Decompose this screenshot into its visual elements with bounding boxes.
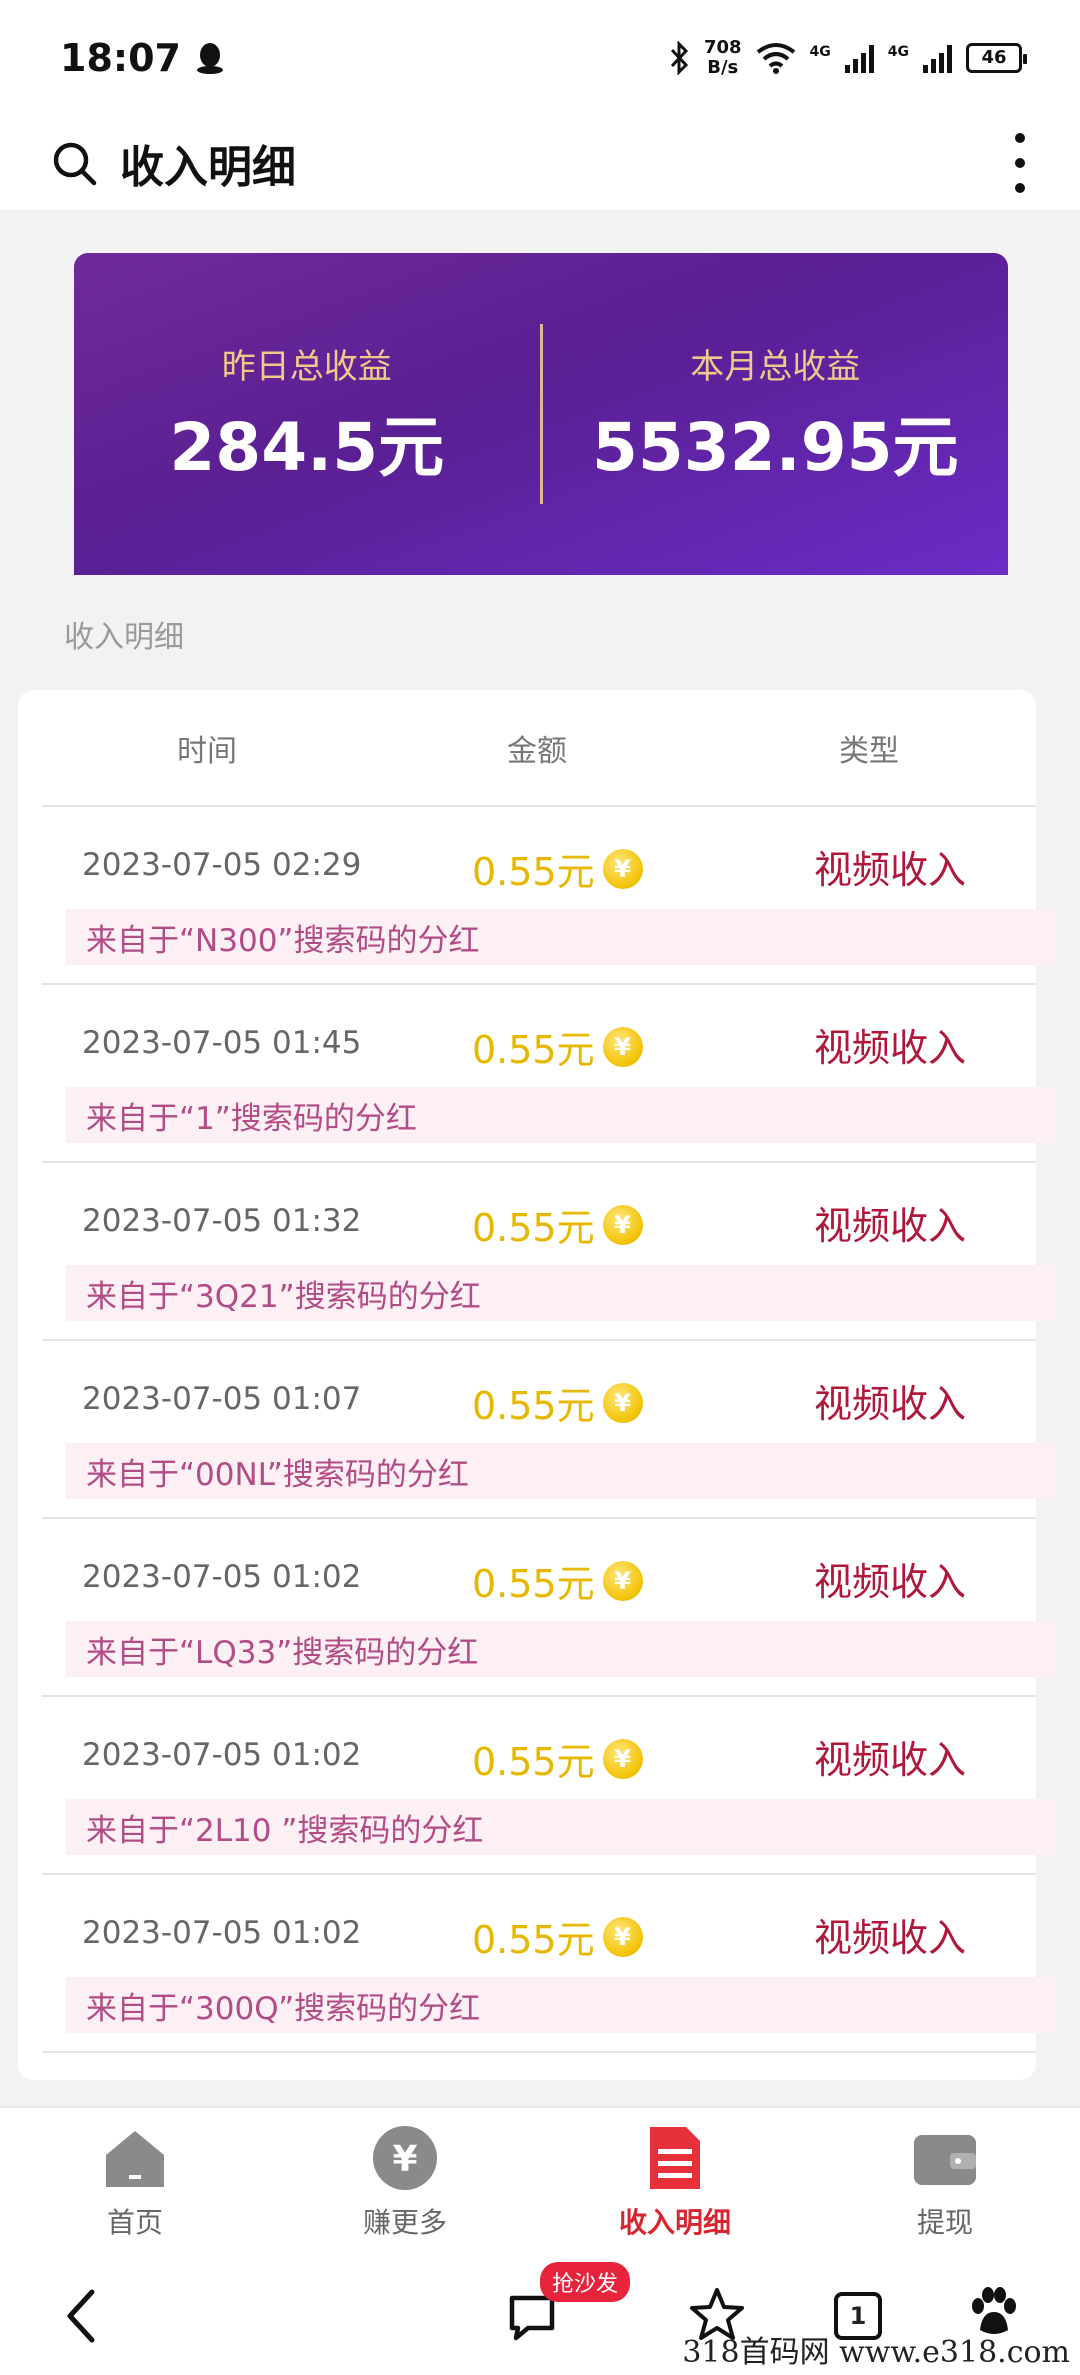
document-list-icon (650, 2127, 700, 2189)
nav-label-withdraw: 提现 (916, 2206, 973, 2239)
table-row[interactable]: 2023-07-05 02:29 0.55元 ¥ 视频收入 来自于“N300”搜索… (42, 807, 1056, 985)
signal-strength-icon-1 (844, 43, 874, 73)
row-source: 来自于“1”搜索码的分红 (66, 1087, 1056, 1143)
row-amount: 0.55元 ¥ (472, 1909, 643, 1964)
status-bar: 18:07 708 B/s 4G 4G 46 (0, 0, 1080, 115)
yen-coin-icon: ¥ (602, 1560, 643, 1601)
nav-label-earn-more: 赚更多 (362, 2206, 447, 2239)
row-type: 视频收入 (814, 1738, 967, 1782)
table-row[interactable]: 2023-07-05 01:02 0.55元 ¥ 视频收入 来自于“2L10 ”搜… (42, 1697, 1056, 1875)
table-row[interactable]: 2023-07-05 01:02 0.55元 ¥ 视频收入 来自于“LQ33”搜索… (42, 1519, 1056, 1697)
row-type: 视频收入 (814, 1382, 967, 1426)
row-amount: 0.55元 ¥ (472, 1553, 643, 1608)
watermark: 318首码网 www.e318.com (682, 2335, 1070, 2370)
row-time: 2023-07-05 01:02 (82, 1737, 362, 1773)
signal-strength-icon-2 (923, 43, 952, 73)
row-amount: 0.55元 ¥ (472, 1197, 643, 1252)
svg-text:¥: ¥ (392, 2139, 417, 2180)
table-row[interactable]: 2023-07-05 01:45 0.55元 ¥ 视频收入 来自于“1”搜索码的分… (42, 985, 1056, 1163)
section-label: 收入明细 (64, 620, 184, 655)
table-row[interactable]: 2023-07-05 01:02 0.55元 ¥ 视频收入 来自于“300Q”搜索… (42, 1875, 1056, 2053)
table-row[interactable]: 2023-07-05 01:32 0.55元 ¥ 视频收入 来自于“3Q21”搜索… (42, 1163, 1056, 1341)
row-type: 视频收入 (814, 1026, 967, 1070)
tabs-count: 1 (849, 2302, 867, 2330)
yen-coin-icon: ¥ (373, 2126, 437, 2190)
column-header-amount: 金额 (507, 733, 567, 769)
row-time: 2023-07-05 01:45 (82, 1025, 362, 1061)
page-title: 收入明细 (120, 141, 296, 193)
battery-level: 46 (981, 47, 1007, 68)
network-type-2: 4G (887, 43, 909, 60)
yen-coin-icon: ¥ (602, 1738, 643, 1779)
row-source: 来自于“3Q21”搜索码的分红 (66, 1265, 1056, 1321)
yen-coin-icon: ¥ (602, 1916, 643, 1957)
row-time: 2023-07-05 02:29 (82, 847, 362, 883)
earnings-summary-banner: 昨日总收益 284.5元 本月总收益 5532.95元 (74, 253, 1008, 575)
month-earnings-value: 5532.95元 (591, 408, 959, 486)
more-options-icon[interactable] (1010, 132, 1030, 193)
month-earnings-label: 本月总收益 (690, 346, 861, 387)
yen-coin-icon: ¥ (602, 1382, 643, 1423)
yen-coin-icon: ¥ (602, 1026, 643, 1067)
summary-divider (539, 324, 543, 504)
back-arrow-icon[interactable] (62, 2286, 102, 2346)
column-header-time: 时间 (177, 733, 237, 769)
row-source: 来自于“300Q”搜索码的分红 (66, 1977, 1056, 2033)
row-amount: 0.55元 ¥ (472, 1375, 643, 1430)
row-type: 视频收入 (814, 848, 967, 892)
row-time: 2023-07-05 01:32 (82, 1203, 362, 1239)
nav-item-earn-more[interactable]: ¥ 赚更多 (270, 2108, 540, 2256)
nav-item-withdraw[interactable]: 提现 (810, 2108, 1080, 2256)
nav-label-home: 首页 (106, 2206, 163, 2239)
row-amount: 0.55元 ¥ (472, 1731, 643, 1786)
row-type: 视频收入 (814, 1560, 967, 1604)
row-amount: 0.55元 ¥ (472, 1019, 643, 1074)
net-speed: 708 B/s (703, 36, 742, 78)
yesterday-earnings-label: 昨日总收益 (221, 346, 392, 387)
search-icon[interactable] (50, 139, 98, 187)
qq-icon (196, 42, 223, 74)
month-earnings: 本月总收益 5532.95元 (543, 339, 1009, 490)
yesterday-earnings-value: 284.5元 (169, 408, 445, 486)
row-type: 视频收入 (814, 1204, 967, 1248)
row-time: 2023-07-05 01:07 (82, 1381, 362, 1417)
row-time: 2023-07-05 01:02 (82, 1559, 362, 1595)
home-icon (106, 2131, 164, 2187)
battery-icon: 46 (966, 42, 1027, 73)
column-header-type: 类型 (839, 733, 899, 769)
row-source: 来自于“2L10 ”搜索码的分红 (66, 1799, 1056, 1855)
row-amount: 0.55元 ¥ (472, 841, 643, 896)
row-time: 2023-07-05 01:02 (82, 1915, 362, 1951)
row-source: 来自于“LQ33”搜索码的分红 (66, 1621, 1056, 1677)
row-source: 来自于“00NL”搜索码的分红 (66, 1443, 1056, 1499)
yen-coin-icon: ¥ (602, 848, 643, 889)
yen-coin-icon: ¥ (602, 1204, 643, 1245)
table-header: 时间 金额 类型 (42, 690, 1036, 807)
nav-label-income-detail: 收入明细 (618, 2206, 731, 2239)
network-type-1: 4G (809, 43, 831, 60)
comment-badge: 抢沙发 (540, 2262, 631, 2302)
wifi-icon (756, 42, 795, 74)
page-header: 收入明细 (0, 115, 1080, 210)
bluetooth-icon (670, 40, 689, 75)
yesterday-earnings: 昨日总收益 284.5元 (74, 339, 540, 490)
table-row[interactable]: 2023-07-05 01:07 0.55元 ¥ 视频收入 来自于“00NL”搜索… (42, 1341, 1056, 1519)
nav-item-home[interactable]: 首页 (0, 2108, 270, 2256)
row-source: 来自于“N300”搜索码的分红 (66, 909, 1056, 965)
row-type: 视频收入 (814, 1916, 967, 1960)
income-table: 时间 金额 类型 2023-07-05 02:29 0.55元 ¥ 视频收入 来自… (18, 690, 1056, 2080)
status-time: 18:07 (60, 35, 181, 80)
bottom-nav: 首页 ¥ 赚更多 收入明细 提现 (0, 2106, 1080, 2256)
wallet-icon (914, 2135, 976, 2185)
nav-item-income-detail[interactable]: 收入明细 (540, 2108, 810, 2256)
